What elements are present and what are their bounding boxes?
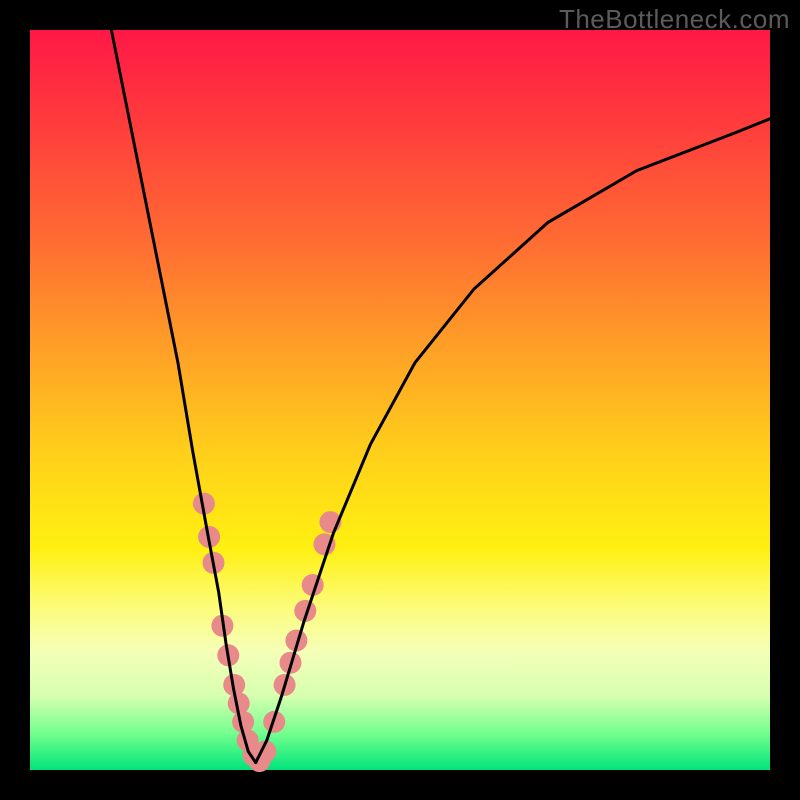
- plot-area: [30, 30, 770, 770]
- curve-layer: [30, 30, 770, 770]
- curve-right-arm: [256, 119, 770, 763]
- scatter-beads: [193, 493, 342, 772]
- watermark-text: TheBottleneck.com: [559, 4, 790, 35]
- chart-frame: TheBottleneck.com: [0, 0, 800, 800]
